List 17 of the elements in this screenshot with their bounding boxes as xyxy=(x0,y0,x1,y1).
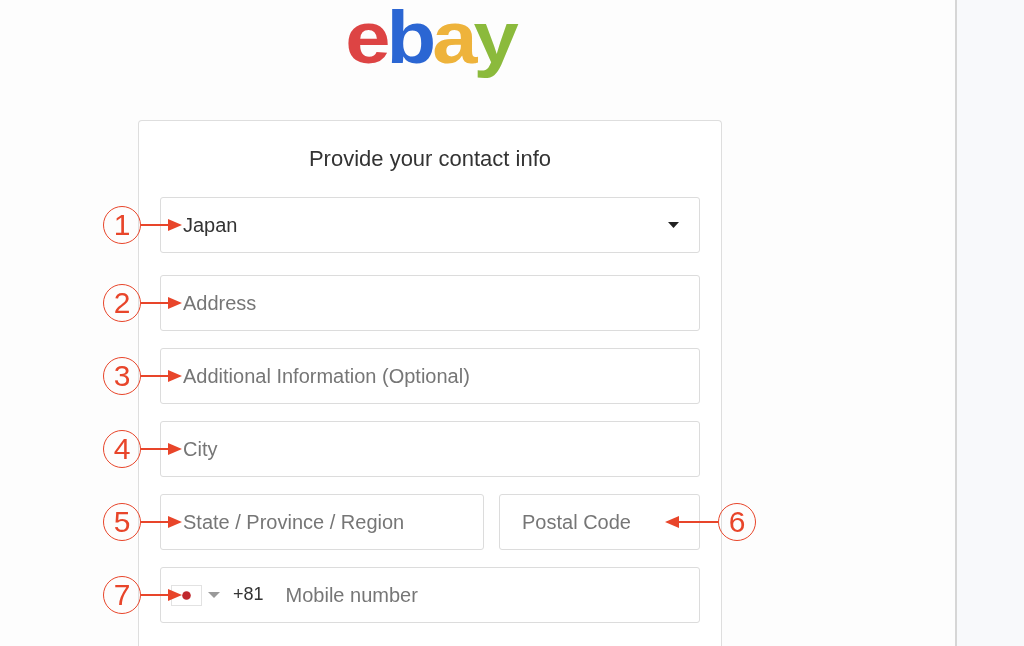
form-title: Provide your contact info xyxy=(307,145,553,173)
country-code: +81 xyxy=(233,584,264,603)
caret-icon xyxy=(208,592,220,598)
text-field[interactable]: State / Province / Region xyxy=(160,494,484,550)
mobile-number-input[interactable]: Mobile number xyxy=(285,580,699,610)
phone-field[interactable]: +81 Mobile number xyxy=(160,567,700,623)
flag-icon xyxy=(171,584,202,606)
text-field[interactable]: City xyxy=(160,421,700,477)
country-select[interactable]: Japan xyxy=(160,197,700,253)
logo-letter: a xyxy=(432,1,474,81)
country-code-picker[interactable] xyxy=(171,584,220,606)
text-field[interactable]: Postal Code xyxy=(499,494,700,550)
logo-letter: e xyxy=(345,1,387,81)
logo-letter: y xyxy=(473,1,515,81)
caret-icon xyxy=(668,222,679,228)
text-field[interactable]: Address xyxy=(160,275,700,331)
text-field[interactable]: Additional Information (Optional) xyxy=(160,348,700,404)
